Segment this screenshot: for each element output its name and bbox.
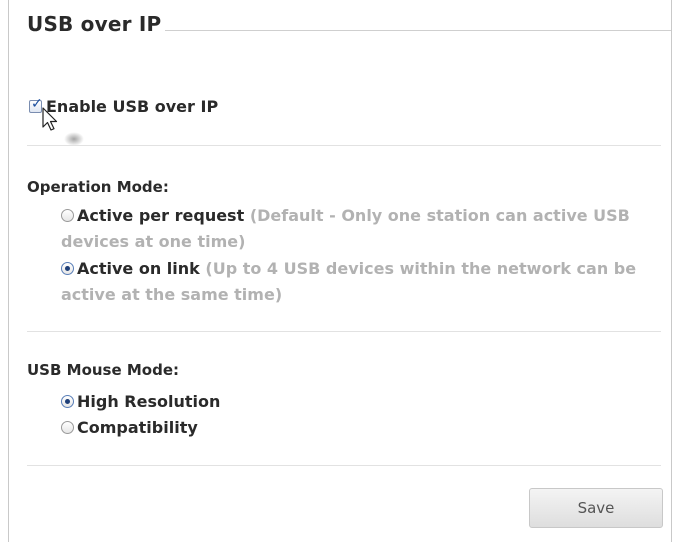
usb-mouse-mode-title: USB Mouse Mode: (27, 361, 180, 379)
operation-mode-option-active-on-link[interactable]: Active on link (Up to 4 USB devices with… (61, 256, 651, 308)
radio-active-on-link[interactable] (61, 262, 74, 275)
usb-over-ip-fieldset: USB over IP ✓ Enable USB over IP Operati… (8, 0, 672, 542)
legend-divider (165, 30, 671, 31)
fieldset-legend-row: USB over IP (9, 0, 671, 60)
radio-active-per-request[interactable] (61, 209, 74, 222)
checkmark-icon: ✓ (31, 96, 43, 112)
option-label[interactable]: Compatibility (77, 418, 198, 437)
radio-selected-dot (65, 266, 70, 271)
mouse-mode-option-high-resolution[interactable]: High Resolution (61, 389, 651, 415)
section-title: USB over IP (27, 12, 162, 36)
radio-selected-dot (65, 399, 70, 404)
enable-usb-label[interactable]: Enable USB over IP (46, 97, 218, 116)
divider (27, 145, 661, 146)
operation-mode-option-active-per-request[interactable]: Active per request (Default - Only one s… (61, 203, 651, 255)
radio-compatibility[interactable] (61, 421, 74, 434)
enable-usb-checkbox[interactable]: ✓ (29, 96, 43, 113)
option-label[interactable]: Active on link (77, 259, 200, 278)
save-button[interactable]: Save (529, 488, 663, 528)
radio-high-resolution[interactable] (61, 395, 74, 408)
operation-mode-title: Operation Mode: (27, 178, 169, 196)
divider (27, 465, 661, 466)
divider (27, 331, 661, 332)
option-label[interactable]: Active per request (77, 206, 244, 225)
mouse-pointer-icon (42, 107, 58, 131)
mouse-mode-option-compatibility[interactable]: Compatibility (61, 415, 651, 441)
option-label[interactable]: High Resolution (77, 392, 220, 411)
cursor-shadow (64, 132, 84, 146)
